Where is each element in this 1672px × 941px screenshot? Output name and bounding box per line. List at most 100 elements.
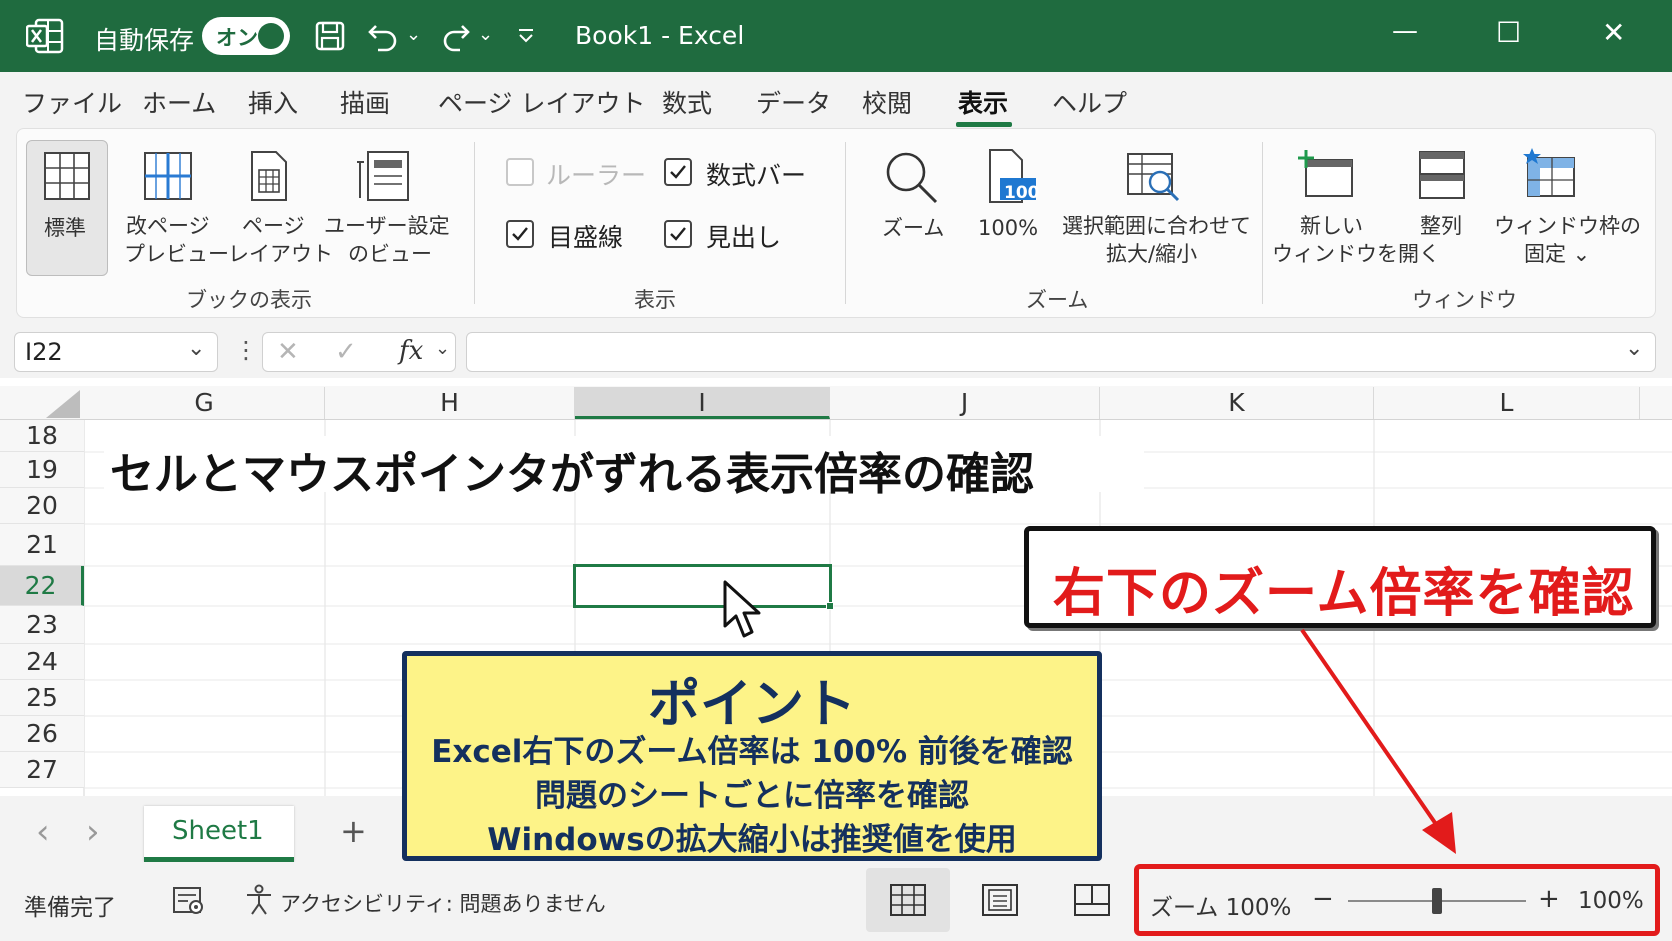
ruler-checkbox[interactable] [506, 158, 534, 186]
active-cell[interactable] [573, 564, 832, 608]
row-header[interactable]: 19 [0, 452, 84, 488]
mouse-pointer-icon [723, 580, 761, 638]
ribbon-separator [845, 142, 846, 304]
page-layout-label-2: レイアウト [228, 242, 333, 266]
headings-checkbox[interactable] [664, 220, 692, 248]
sheet-next-icon[interactable]: › [86, 812, 100, 852]
row-header[interactable]: 27 [0, 752, 84, 788]
tab-insert[interactable]: 挿入 [248, 84, 298, 120]
select-all-icon[interactable] [44, 390, 80, 418]
normal-view-status-button[interactable] [866, 868, 950, 932]
insert-function-icon[interactable]: fx [399, 336, 423, 366]
tab-page-layout[interactable]: ページ レイアウト [438, 84, 645, 120]
accessibility-status[interactable]: アクセシビリティ: 問題ありません [280, 888, 606, 918]
group-window: ウィンドウ [1412, 288, 1517, 312]
column-header[interactable]: L [1374, 387, 1640, 419]
tab-home[interactable]: ホーム [142, 84, 216, 120]
add-sheet-button[interactable]: + [340, 812, 367, 850]
normal-view-icon [890, 884, 926, 916]
chevron-down-icon[interactable]: ⌄ [435, 338, 450, 359]
expand-formula-bar-icon[interactable]: ⌄ [1625, 336, 1643, 361]
point-box: ポイント Excel右下のズーム倍率は 100% 前後を確認 問題のシートごとに… [402, 651, 1102, 861]
check-icon [670, 165, 686, 179]
column-header[interactable]: H [325, 387, 575, 419]
maximize-button[interactable]: ☐ [1496, 16, 1521, 49]
formula-bar-checkbox[interactable] [664, 158, 692, 186]
active-tab-indicator [956, 122, 1012, 127]
ribbon-separator [474, 142, 475, 304]
zoom-to-selection-label-1: 選択範囲に合わせて [1062, 214, 1251, 238]
tab-data[interactable]: データ [756, 84, 831, 120]
zoom-icon[interactable] [884, 150, 940, 206]
freeze-panes-icon[interactable] [1522, 148, 1578, 200]
page-layout-label-1: ページ [242, 214, 305, 238]
row-header[interactable]: 25 [0, 680, 84, 716]
customize-qat-icon[interactable] [516, 26, 536, 46]
zoom-highlight-box [1134, 864, 1660, 936]
cell-mode-icon [173, 887, 203, 914]
close-button[interactable]: ✕ [1602, 16, 1625, 49]
undo-dropdown-icon[interactable]: ⌄ [406, 24, 421, 45]
excel-logo-icon [26, 18, 64, 54]
point-line: 問題のシートごとに倍率を確認 [535, 778, 969, 814]
zoom-label: ズーム [882, 216, 945, 240]
row-header[interactable]: 24 [0, 644, 84, 680]
row-header[interactable]: 23 [0, 606, 84, 644]
ruler-label: ルーラー [546, 161, 647, 190]
name-box-value: I22 [25, 338, 63, 366]
row-header[interactable]: 26 [0, 716, 84, 752]
normal-view-icon [44, 152, 90, 200]
accessibility-icon[interactable] [244, 884, 274, 916]
sheet-tab-sheet1[interactable]: Sheet1 [144, 806, 294, 862]
row-header[interactable]: 21 [0, 524, 84, 566]
arrange-all-label: 整列 [1420, 214, 1462, 238]
row-header[interactable]: 20 [0, 488, 84, 524]
page-layout-icon[interactable] [250, 150, 288, 202]
page-break-preview-icon[interactable] [144, 152, 192, 200]
cancel-icon[interactable]: ✕ [277, 337, 299, 367]
enter-icon[interactable]: ✓ [335, 337, 357, 367]
autosave-label: 自動保存 [94, 26, 195, 55]
check-icon [512, 227, 528, 241]
group-show: 表示 [634, 288, 676, 312]
sheet-prev-icon[interactable]: ‹ [36, 812, 50, 852]
new-window-icon[interactable] [1298, 148, 1356, 200]
tab-file[interactable]: ファイル [22, 84, 122, 120]
column-header-selected[interactable]: I [575, 387, 830, 419]
zoom-100-label: 100% [978, 216, 1039, 240]
redo-dropdown-icon[interactable]: ⌄ [478, 24, 493, 45]
row-header-selected[interactable]: 22 [0, 566, 84, 606]
normal-view-label: 標準 [44, 216, 86, 240]
name-box[interactable]: I22 ⌄ [14, 332, 218, 372]
undo-icon[interactable] [366, 20, 400, 52]
tab-help[interactable]: ヘルプ [1052, 84, 1127, 120]
autosave-toggle[interactable]: オン [202, 17, 290, 55]
column-header[interactable]: G [84, 387, 325, 419]
chevron-down-icon[interactable]: ⌄ [187, 336, 205, 361]
column-header[interactable]: J [830, 387, 1100, 419]
formula-input[interactable]: ⌄ [466, 332, 1656, 372]
fill-handle[interactable] [826, 602, 834, 610]
page-layout-view-icon[interactable] [982, 884, 1018, 916]
window-title: Book1 - Excel [575, 21, 745, 50]
custom-views-icon[interactable] [356, 148, 412, 204]
tab-view[interactable]: 表示 [958, 84, 1008, 120]
minimize-button[interactable]: — [1392, 16, 1418, 46]
gridlines-checkbox[interactable] [506, 220, 534, 248]
page-break-view-icon[interactable] [1074, 884, 1110, 916]
tab-formulas[interactable]: 数式 [662, 84, 712, 120]
toggle-knob [258, 23, 284, 49]
arrange-all-icon[interactable] [1418, 150, 1466, 200]
redo-icon[interactable] [440, 20, 474, 52]
freeze-panes-label-2: 固定 ⌄ [1524, 242, 1591, 266]
more-options-icon[interactable]: ⋮ [234, 336, 258, 364]
zoom-to-selection-icon[interactable] [1126, 150, 1182, 204]
column-header[interactable]: K [1100, 387, 1374, 419]
row-header[interactable]: 18 [0, 420, 84, 452]
cell-heading-text: セルとマウスポインタがずれる表示倍率の確認 [110, 449, 1034, 500]
page-break-preview-label-1: 改ページ [126, 214, 210, 238]
tab-review[interactable]: 校閲 [862, 84, 912, 120]
new-window-label-2: ウィンドウを開く [1272, 242, 1440, 266]
save-icon[interactable] [314, 20, 346, 52]
tab-draw[interactable]: 描画 [340, 84, 390, 120]
